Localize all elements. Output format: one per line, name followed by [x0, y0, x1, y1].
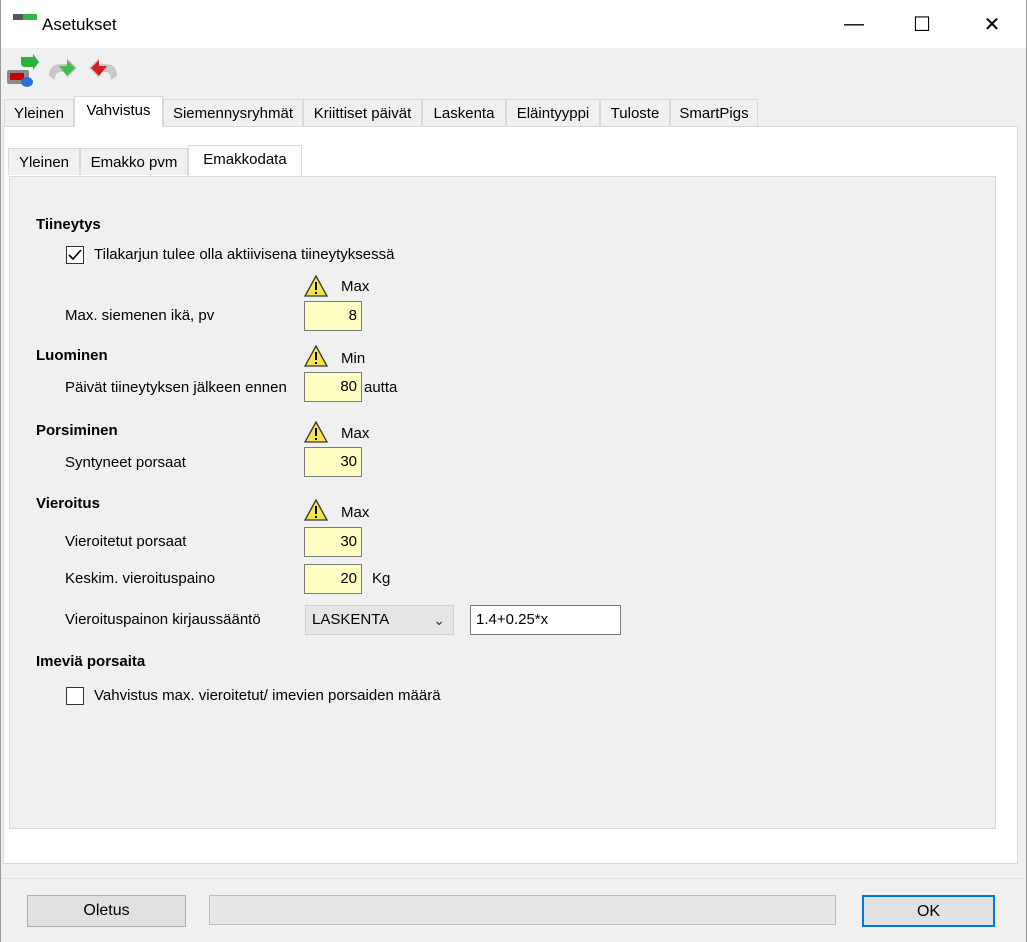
subtab-emakko-pvm[interactable]: Emakko pvm — [80, 148, 188, 175]
weight-unit-label: Kg — [372, 570, 391, 587]
tab-kriittiset-paivat[interactable]: Kriittiset päivät — [303, 99, 422, 126]
save-to-db-icon[interactable] — [3, 54, 39, 90]
tab-vahvistus[interactable]: Vahvistus — [74, 96, 163, 127]
tab-tuloste[interactable]: Tuloste — [600, 99, 670, 126]
tab-yleinen[interactable]: Yleinen — [4, 99, 74, 126]
forward-arrow-icon[interactable] — [45, 54, 81, 90]
active-herd-checkbox[interactable] — [66, 246, 84, 264]
tab-laskenta[interactable]: Laskenta — [422, 99, 506, 126]
section-luominen: Luominen — [36, 347, 108, 364]
tab-elaintyyppi[interactable]: Eläintyyppi — [506, 99, 600, 126]
limit-label-min: Min — [341, 350, 366, 367]
born-piglets-label: Syntyneet porsaat — [65, 454, 186, 471]
window-title: Asetukset — [42, 15, 117, 34]
days-after-label: Päivät tiineytyksen jälkeen ennen — [65, 379, 287, 396]
semen-age-label: Max. siemenen ikä, pv — [65, 307, 215, 324]
title-bar: Asetukset — ☐ ✕ — [1, 0, 1026, 48]
subtab-emakkodata[interactable]: Emakkodata — [188, 145, 302, 176]
avg-weaning-weight-label: Keskim. vieroituspaino — [65, 570, 216, 587]
days-after-input[interactable]: 80 — [304, 372, 362, 402]
confirm-max-weaned-checkbox[interactable] — [66, 687, 84, 705]
semen-age-input[interactable]: 8 — [304, 301, 362, 331]
active-herd-label: Tilakarjun tulee olla aktiivisena tiiney… — [94, 246, 395, 263]
warning-icon — [304, 499, 328, 521]
maximize-button[interactable]: ☐ — [887, 0, 957, 48]
emakkodata-panel — [9, 176, 996, 829]
weight-rule-value: LASKENTA — [312, 611, 390, 628]
weight-rule-label: Vieroituspainon kirjaussääntö — [65, 611, 261, 628]
checkmark-icon — [68, 249, 82, 261]
limit-label-max: Max — [341, 278, 370, 295]
limit-label-max: Max — [341, 504, 370, 521]
section-tiineytys: Tiineytys — [36, 216, 101, 233]
section-imevia-porsaita: Imeviä porsaita — [36, 653, 146, 670]
subtab-yleinen[interactable]: Yleinen — [8, 148, 80, 175]
weaned-piglets-input[interactable]: 30 — [304, 527, 362, 557]
warning-icon — [304, 275, 328, 297]
weight-rule-select[interactable]: LASKENTA ⌄ — [305, 605, 454, 635]
weaned-piglets-label: Vieroitetut porsaat — [65, 533, 187, 550]
section-porsiminen: Porsiminen — [36, 422, 118, 439]
section-vieroitus: Vieroitus — [36, 495, 100, 512]
weight-formula-input[interactable]: 1.4+0.25*x — [470, 605, 621, 635]
settings-window: Asetukset — ☐ ✕ Yleinen Vahvistus Siemen… — [0, 0, 1027, 942]
tab-siemennysryhmat[interactable]: Siemennysryhmät — [163, 99, 303, 126]
days-after-label-tail: autta — [364, 379, 398, 396]
minimize-button[interactable]: — — [819, 0, 889, 48]
limit-label-max: Max — [341, 425, 370, 442]
warning-icon — [304, 421, 328, 443]
ok-button[interactable]: OK — [862, 895, 995, 927]
close-button[interactable]: ✕ — [957, 0, 1027, 48]
confirm-max-weaned-label: Vahvistus max. vieroitetut/ imevien pors… — [94, 687, 441, 704]
default-button[interactable]: Oletus — [27, 895, 186, 927]
progress-bar — [209, 895, 836, 925]
back-arrow-icon[interactable] — [85, 54, 121, 90]
app-icon — [13, 14, 37, 24]
avg-weaning-weight-input[interactable]: 20 — [304, 564, 362, 594]
chevron-down-icon: ⌄ — [433, 612, 445, 628]
toolbar — [1, 48, 1026, 96]
born-piglets-input[interactable]: 30 — [304, 447, 362, 477]
warning-icon — [304, 345, 328, 367]
tab-smartpigs[interactable]: SmartPigs — [670, 99, 758, 126]
